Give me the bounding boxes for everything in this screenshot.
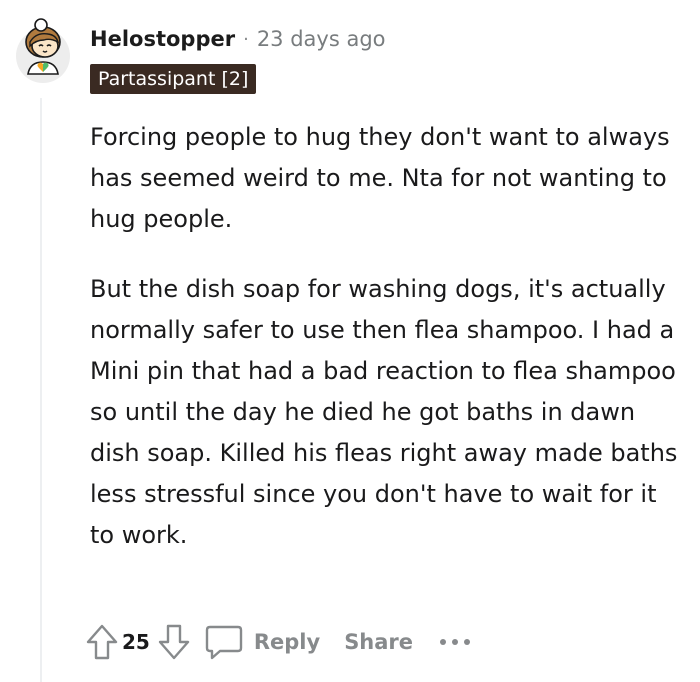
thread-line[interactable] xyxy=(40,98,42,682)
avatar-icon xyxy=(16,18,70,83)
upvote-button[interactable] xyxy=(84,622,120,662)
meta-separator: · xyxy=(243,28,249,50)
comment-meta: Helostopper · 23 days ago xyxy=(90,24,386,54)
username-link[interactable]: Helostopper xyxy=(90,27,235,51)
avatar[interactable] xyxy=(14,16,72,84)
downvote-arrow-icon xyxy=(158,624,190,660)
downvote-button[interactable] xyxy=(156,622,192,662)
comment-timestamp[interactable]: 23 days ago xyxy=(257,27,386,51)
more-dots-icon xyxy=(440,639,471,645)
comment: Helostopper · 23 days ago Partassipant [… xyxy=(0,0,700,682)
comment-actions: 25 Reply Share xyxy=(84,620,471,664)
reply-button[interactable]: Reply xyxy=(204,622,320,662)
vote-score: 25 xyxy=(122,630,150,654)
comment-paragraph: But the dish soap for washing dogs, it's… xyxy=(90,275,678,549)
share-button[interactable]: Share xyxy=(344,630,413,654)
more-options-button[interactable] xyxy=(439,622,471,662)
upvote-arrow-icon xyxy=(86,624,118,660)
reply-label: Reply xyxy=(253,630,321,654)
comment-paragraph: Forcing people to hug they don't want to… xyxy=(90,123,670,233)
speech-bubble-icon xyxy=(205,625,243,660)
user-flair: Partassipant [2] xyxy=(90,64,257,94)
comment-body: Forcing people to hug they don't want to… xyxy=(90,117,680,556)
